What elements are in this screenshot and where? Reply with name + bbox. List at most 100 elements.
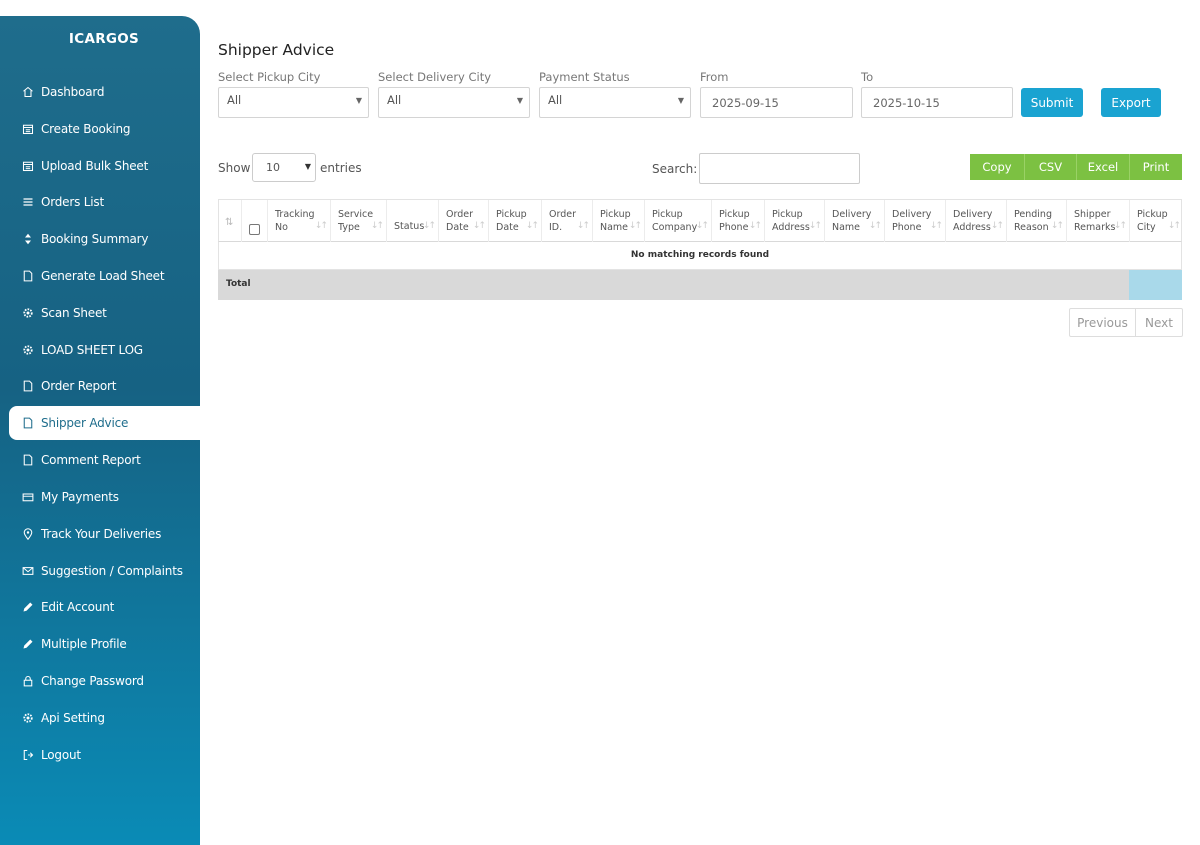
sidebar-item-label: Suggestion / Complaints xyxy=(41,564,183,578)
to-date-input[interactable]: 2025-10-15 xyxy=(861,87,1013,118)
pagination: Previous Next xyxy=(1069,308,1183,337)
sidebar: ICARGOS Dashboard Create Booking Upload Bu… xyxy=(0,16,200,845)
entries-select[interactable]: 10 ▼ xyxy=(252,153,316,182)
column-header-pickup-address[interactable]: Pickup Address ↓↑ xyxy=(765,200,825,242)
file-icon xyxy=(21,269,35,283)
sidebar-item-label: Shipper Advice xyxy=(41,416,129,430)
to-date-value: 2025-10-15 xyxy=(873,96,940,110)
column-header-service-type[interactable]: Service Type ↓↑ xyxy=(331,200,387,242)
payment-status-label: Payment Status xyxy=(539,70,630,84)
sort-arrows-icon: ↓↑ xyxy=(314,221,328,231)
from-date-input[interactable]: 2025-09-15 xyxy=(700,87,853,118)
column-header-delivery-name[interactable]: Delivery Name ↓↑ xyxy=(825,200,885,242)
sidebar-item-label: Change Password xyxy=(41,674,144,688)
from-date-label: From xyxy=(700,70,729,84)
entries-value: 10 xyxy=(266,161,280,174)
sidebar-item-dashboard[interactable]: Dashboard xyxy=(9,75,200,109)
sidebar-item-label: LOAD SHEET LOG xyxy=(41,343,143,357)
column-header-pickup-date[interactable]: Pickup Date ↓↑ xyxy=(489,200,542,242)
sidebar-item-load-sheet-log[interactable]: LOAD SHEET LOG xyxy=(9,333,200,367)
sidebar-item-label: Generate Load Sheet xyxy=(41,269,165,283)
column-header-order-id[interactable]: Order ID. ↓↑ xyxy=(542,200,593,242)
sidebar-item-label: Scan Sheet xyxy=(41,306,107,320)
sidebar-item-change-password[interactable]: Change Password xyxy=(9,664,200,698)
payment-status-select[interactable]: All ▼ xyxy=(539,87,691,118)
sidebar-item-orders-list[interactable]: Orders List xyxy=(9,185,200,219)
file-icon xyxy=(21,416,35,430)
calendar-icon xyxy=(21,159,35,173)
sidebar-item-booking-summary[interactable]: Booking Summary xyxy=(9,222,200,256)
brand-logo-text: ICARGOS xyxy=(68,31,140,47)
column-header-delivery-phone[interactable]: Delivery Phone ↓↑ xyxy=(885,200,946,242)
envelope-icon xyxy=(21,564,35,578)
sidebar-item-scan-sheet[interactable]: Scan Sheet xyxy=(9,296,200,330)
empty-table-message: No matching records found xyxy=(218,242,1182,270)
caret-down-icon: ▼ xyxy=(516,96,523,105)
column-header-pickup-city[interactable]: Pickup City ↓↑ xyxy=(1130,200,1183,242)
sidebar-item-edit-account[interactable]: Edit Account xyxy=(9,590,200,624)
file-icon xyxy=(21,453,35,467)
page-title: Shipper Advice xyxy=(218,41,335,59)
sidebar-item-label: My Payments xyxy=(41,490,119,504)
next-page-button[interactable]: Next xyxy=(1136,309,1182,336)
sidebar-item-label: Comment Report xyxy=(41,453,141,467)
sidebar-item-shipper-advice[interactable]: Shipper Advice xyxy=(9,406,200,440)
column-header-status[interactable]: Status ↓↑ xyxy=(387,200,439,242)
payment-status-value: All xyxy=(548,93,563,107)
chevron-down-icon: ▼ xyxy=(304,162,311,171)
column-header-delivery-address[interactable]: Delivery Address ↓↑ xyxy=(946,200,1007,242)
select-all-header xyxy=(242,200,268,242)
sort-arrows-icon: ↓↑ xyxy=(868,221,882,231)
sort-arrows-icon: ↓↑ xyxy=(695,221,709,231)
export-button[interactable]: Export xyxy=(1101,88,1161,117)
sidebar-item-create-booking[interactable]: Create Booking xyxy=(9,112,200,146)
copy-button[interactable]: Copy xyxy=(970,154,1025,180)
column-header-shipper-remarks[interactable]: Shipper Remarks ↓↑ xyxy=(1067,200,1130,242)
map-pin-icon xyxy=(21,527,35,541)
sidebar-item-track-your-deliveries[interactable]: Track Your Deliveries xyxy=(9,517,200,551)
sort-arrows-icon: ↓↑ xyxy=(1113,221,1127,231)
sidebar-item-label: Create Booking xyxy=(41,122,131,136)
sort-arrows-icon: ↓↑ xyxy=(990,221,1004,231)
delivery-city-value: All xyxy=(387,93,402,107)
column-header-tracking-no[interactable]: Tracking No ↓↑ xyxy=(268,200,331,242)
column-header-pickup-company[interactable]: Pickup Company ↓↑ xyxy=(645,200,712,242)
sidebar-item-order-report[interactable]: Order Report xyxy=(9,369,200,403)
submit-button[interactable]: Submit xyxy=(1021,88,1083,117)
select-all-checkbox[interactable] xyxy=(249,224,260,235)
sidebar-item-label: Edit Account xyxy=(41,600,115,614)
sidebar-item-suggestion-complaints[interactable]: Suggestion / Complaints xyxy=(9,554,200,588)
sort-arrows-icon: ↓↑ xyxy=(370,221,384,231)
sidebar-item-label: Orders List xyxy=(41,195,104,209)
to-date-label: To xyxy=(861,70,874,84)
sidebar-item-api-setting[interactable]: Api Setting xyxy=(9,701,200,735)
csv-button[interactable]: CSV xyxy=(1025,154,1077,180)
column-header-pickup-name[interactable]: Pickup Name ↓↑ xyxy=(593,200,645,242)
gear-icon xyxy=(21,711,35,725)
logout-icon xyxy=(21,748,35,762)
search-input[interactable] xyxy=(699,153,860,184)
sort-index-header[interactable]: ⇅ xyxy=(219,200,242,242)
delivery-city-select[interactable]: All ▼ xyxy=(378,87,530,118)
sidebar-item-upload-bulk-sheet[interactable]: Upload Bulk Sheet xyxy=(9,149,200,183)
print-button[interactable]: Print xyxy=(1130,154,1182,180)
list-icon xyxy=(21,195,35,209)
total-row: Total xyxy=(218,270,1182,300)
column-header-order-date[interactable]: Order Date ↓↑ xyxy=(439,200,489,242)
sidebar-item-generate-load-sheet[interactable]: Generate Load Sheet xyxy=(9,259,200,293)
sidebar-item-logout[interactable]: Logout xyxy=(9,738,200,772)
previous-page-button[interactable]: Previous xyxy=(1070,309,1136,336)
column-header-pending-reason[interactable]: Pending Reason ↓↑ xyxy=(1007,200,1067,242)
pickup-city-select[interactable]: All ▼ xyxy=(218,87,369,118)
sidebar-item-label: Upload Bulk Sheet xyxy=(41,159,149,173)
excel-button[interactable]: Excel xyxy=(1077,154,1130,180)
sidebar-item-label: Booking Summary xyxy=(41,232,149,246)
column-header-pickup-phone[interactable]: Pickup Phone ↓↑ xyxy=(712,200,765,242)
sidebar-item-label: Api Setting xyxy=(41,711,105,725)
entries-label: entries xyxy=(320,161,362,175)
sidebar-item-comment-report[interactable]: Comment Report xyxy=(9,443,200,477)
sidebar-item-multiple-profile[interactable]: Multiple Profile xyxy=(9,627,200,661)
sort-arrows-icon: ↓↑ xyxy=(929,221,943,231)
sidebar-item-my-payments[interactable]: My Payments xyxy=(9,480,200,514)
pencil-icon xyxy=(21,637,35,651)
